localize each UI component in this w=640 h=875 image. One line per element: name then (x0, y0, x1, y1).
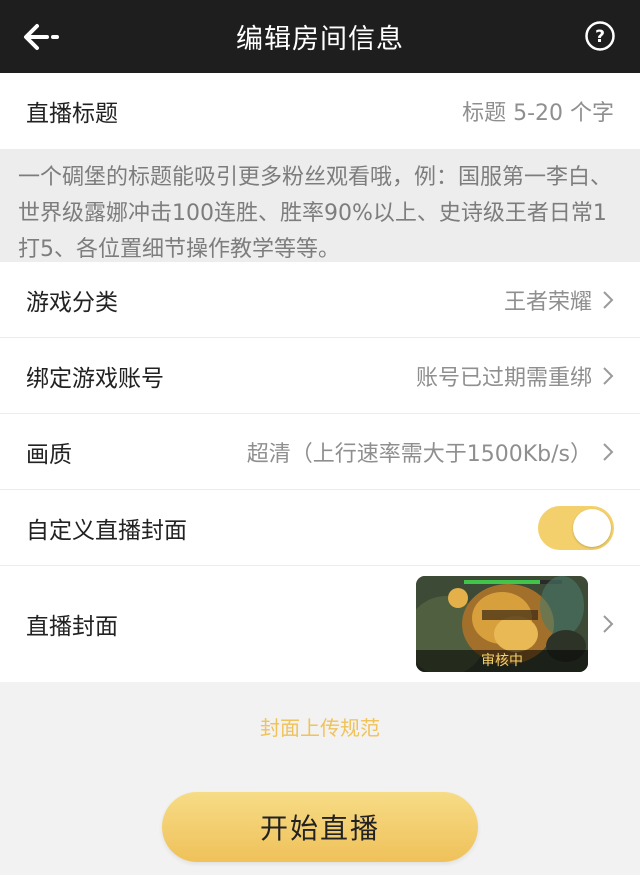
cover-thumbnail[interactable]: 审核中 (416, 576, 588, 672)
cover-upload-spec-link[interactable]: 封面上传规范 (0, 712, 640, 741)
quality-value: 超清（上行速率需大于1500Kb/s） (246, 441, 592, 467)
bind-account-value: 账号已过期需重绑 (415, 365, 592, 391)
svg-text:?: ? (595, 27, 605, 47)
chevron-right-icon (603, 290, 614, 309)
cover-label: 直播封面 (26, 614, 118, 640)
title-hint-text: 一个碉堡的标题能吸引更多粉丝观看哦，例：国服第一李白、世界级露娜冲击100连胜、… (0, 150, 640, 262)
chevron-right-icon (603, 442, 614, 461)
top-bar: 编辑房间信息 ? (0, 0, 640, 73)
live-title-row[interactable]: 直播标题 标题 5-20 个字 (0, 73, 640, 150)
help-button[interactable]: ? (584, 20, 616, 52)
game-category-row[interactable]: 游戏分类 王者荣耀 (0, 262, 640, 338)
chevron-right-icon (603, 366, 614, 385)
quality-row[interactable]: 画质 超清（上行速率需大于1500Kb/s） (0, 414, 640, 490)
page-title: 编辑房间信息 (236, 24, 404, 55)
live-title-label: 直播标题 (26, 101, 118, 127)
cover-row[interactable]: 直播封面 审核中 (0, 566, 640, 682)
live-title-input[interactable]: 标题 5-20 个字 (462, 95, 614, 127)
back-button[interactable] (18, 18, 64, 56)
bind-account-label: 绑定游戏账号 (26, 365, 164, 392)
back-arrow-icon (24, 24, 59, 50)
bind-account-row[interactable]: 绑定游戏账号 账号已过期需重绑 (0, 338, 640, 414)
game-category-label: 游戏分类 (26, 289, 118, 316)
review-status-badge: 审核中 (416, 650, 588, 672)
start-live-button[interactable]: 开始直播 (162, 792, 478, 862)
custom-cover-row: 自定义直播封面 (0, 490, 640, 566)
game-category-value: 王者荣耀 (503, 289, 592, 315)
quality-label: 画质 (26, 441, 72, 468)
custom-cover-toggle[interactable] (538, 505, 614, 550)
custom-cover-label: 自定义直播封面 (26, 517, 187, 544)
chevron-right-icon (603, 615, 614, 633)
toggle-knob (573, 508, 611, 547)
help-icon: ? (585, 21, 615, 51)
